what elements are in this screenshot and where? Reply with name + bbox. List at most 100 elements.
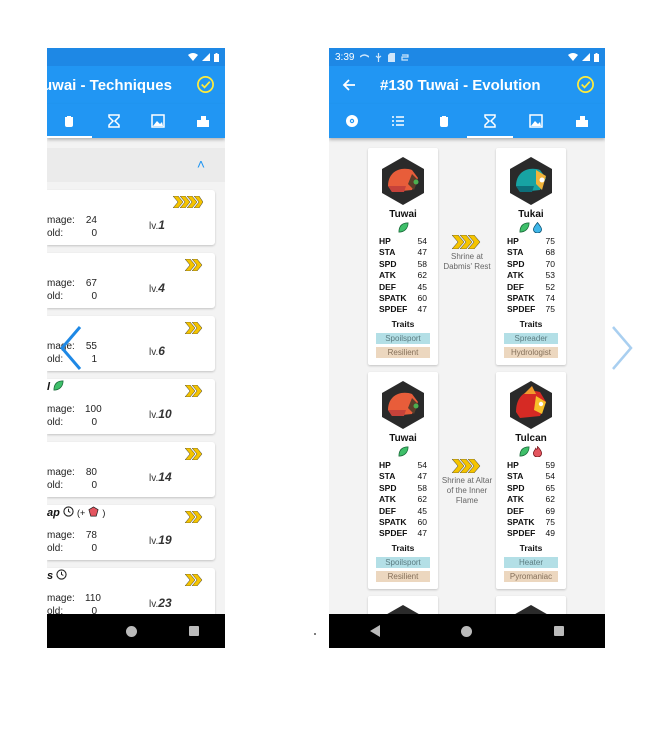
leaf-icon [398,222,408,233]
city-icon [196,116,209,127]
monster-card-tukai[interactable]: Tukai HP 75 STA 68 SPD 70 ATK 53 DEF 52 SPATK… [496,148,566,365]
level-value: 19 [158,533,172,547]
level: lv.6 [149,344,165,358]
damage-value: 55 [85,341,97,352]
hold-value: 0 [91,291,97,302]
traits-heading: Traits [391,319,415,329]
sync-icon [401,53,410,61]
list-icon [392,116,404,126]
tab-habitat[interactable] [181,104,226,138]
back-arrow-icon[interactable] [342,78,356,92]
carousel-next-arrow-icon[interactable] [609,325,635,371]
level: lv.10 [149,407,172,421]
stats-table: HP 54 STA 47 SPD 58 ATK 62 DEF 45 SPATK 60 SPD… [379,236,427,315]
techniques-header[interactable]: ˄ [47,148,225,182]
check-circle-icon[interactable] [196,75,215,94]
page-title: uwai - Techniques [47,76,172,94]
pager-dot-inactive[interactable] [314,633,316,635]
level-prefix: lv. [149,284,159,295]
tab-evolution[interactable] [467,104,513,138]
chevron-up-icon[interactable]: ˄ [197,156,205,172]
tab-habitat[interactable] [559,104,605,138]
tab-techniques[interactable] [421,104,467,138]
recents-nav-icon[interactable] [554,626,565,636]
trait-badge[interactable]: Spoilsport [376,333,430,344]
damage-value: 67 [85,278,97,289]
usb-icon [376,52,382,62]
leaf-icon [398,446,408,457]
trait-badge[interactable]: Spoilsport [376,557,430,568]
trait-badge[interactable]: Resilient [376,571,430,582]
evolution-condition: Shrine at Altar of the Inner Flame [438,459,496,506]
level-value: 1 [158,218,165,232]
home-nav-icon[interactable] [126,625,137,637]
fist-icon [440,116,448,127]
speed-chevrons-icon [173,196,203,208]
trait-badge[interactable]: Spreader [504,333,558,344]
fire-icon [533,446,542,457]
monster-card-tuwai[interactable]: Tuwai HP 54 STA 47 SPD 58 ATK 62 DEF 45 SPATK… [368,372,438,589]
tab-gallery[interactable] [136,104,181,138]
type-icons [368,222,438,233]
trait-badge[interactable]: Pyromaniac [504,571,558,582]
level: lv.4 [149,281,165,295]
monster-card-partial[interactable] [496,596,566,614]
back-nav-icon[interactable] [369,625,380,637]
evolution-condition: Shrine at Dabmis' Rest [438,235,496,272]
tab-evolution[interactable] [92,104,137,138]
notification-icon [360,54,370,58]
evolution-screen: 3:39 #130 Tuwai - Evolution Tuwai HP 54 … [329,48,605,648]
check-circle-icon[interactable] [576,75,595,94]
carousel-prev-arrow-icon[interactable] [58,325,84,371]
evolution-chevrons-icon [452,459,481,473]
monster-name: Tuwai [389,209,417,220]
tab-list[interactable] [375,104,421,138]
hold-value: 0 [91,228,97,239]
techniques-list: ˄ mage: 24 old: 0 lv.1 mage: 67 old: 0 l… [47,138,225,614]
monster-portrait-icon [515,605,547,614]
technique-card[interactable]: mage: 80 old: 0 lv.14 [47,442,215,497]
damage-label: mage: [47,404,75,415]
image-icon [151,114,165,128]
status-bar: 3:39 [329,48,605,66]
sd-card-icon [388,52,396,62]
fist-icon [65,116,74,127]
level: lv.1 [149,218,165,232]
monster-card-partial[interactable] [368,596,438,614]
damage-value: 24 [85,215,97,226]
speed-chevrons-icon [185,511,203,523]
tab-gallery[interactable] [513,104,559,138]
evolution-list: Tuwai HP 54 STA 47 SPD 58 ATK 62 DEF 45 SPATK… [329,138,605,614]
recents-nav-icon[interactable] [189,626,199,636]
traits-heading: Traits [519,319,543,329]
extra-suffix: ) [102,508,106,518]
damage-value: 100 [85,404,102,415]
evolution-condition-text: Shrine at Dabmis' Rest [443,252,491,271]
damage-label: mage: [47,530,75,541]
technique-name: ap (+ ) [47,506,105,519]
technique-card[interactable]: ap (+ ) mage: 78 old: 0 lv.19 [47,505,215,560]
home-nav-icon[interactable] [461,625,473,637]
level: lv.23 [149,596,172,610]
tab-info[interactable] [329,104,375,138]
monster-card-tuwai[interactable]: Tuwai HP 54 STA 47 SPD 58 ATK 62 DEF 45 SPATK… [368,148,438,365]
trait-badge[interactable]: Heater [504,557,558,568]
tab-techniques[interactable] [47,104,92,138]
technique-card[interactable]: l mage: 100 old: 0 lv.10 [47,379,215,434]
app-bar: #130 Tuwai - Evolution [329,66,605,104]
damage-label: mage: [47,215,75,226]
trait-badge[interactable]: Resilient [376,347,430,358]
tuwai-portrait-icon [382,157,424,205]
technique-card[interactable]: mage: 24 old: 0 lv.1 [47,190,215,245]
level-prefix: lv. [149,410,159,421]
monster-card-tulcan[interactable]: Tulcan HP 59 STA 54 SPD 65 ATK 62 DEF 69 SPAT… [496,372,566,589]
damage-value: 80 [85,467,97,478]
type-icons [496,446,566,457]
technique-card[interactable]: mage: 67 old: 0 lv.4 [47,253,215,308]
stats-table: HP 75 STA 68 SPD 70 ATK 53 DEF 52 SPATK 74 SPD… [507,236,555,315]
technique-card[interactable]: s mage: 110 old: 0 lv.23 [47,568,215,614]
evolution-chevrons-icon [452,235,481,249]
monster-name: Tukai [518,209,544,220]
trait-badge[interactable]: Hydrologist [504,347,558,358]
tab-bar [47,104,225,138]
